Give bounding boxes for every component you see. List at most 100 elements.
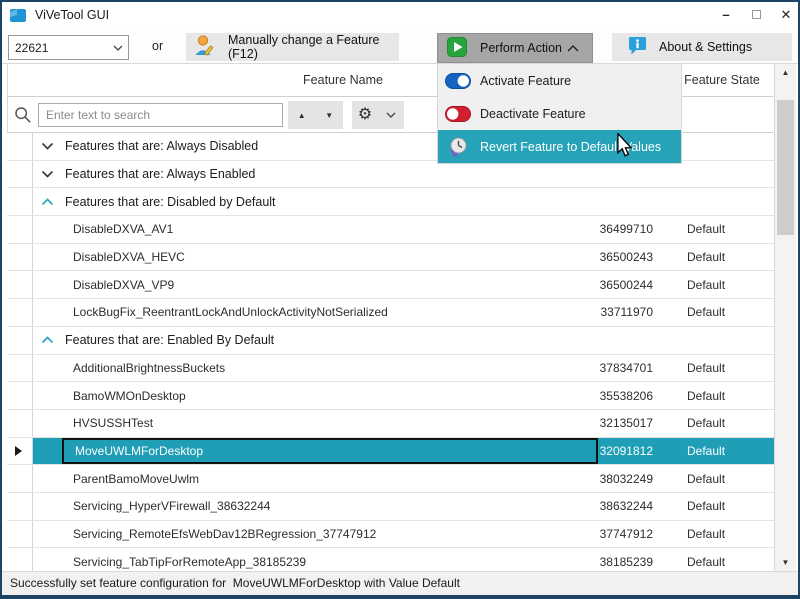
scroll-down-button[interactable]: ▼	[775, 554, 796, 571]
row-indent	[33, 521, 62, 548]
group-content: Features that are: Disabled by Default	[33, 188, 276, 215]
row-indent	[33, 299, 62, 326]
table-row[interactable]: DisableDXVA_VP936500244Default	[7, 271, 775, 299]
table-row[interactable]: Servicing_RemoteEfsWebDav12BRegression_3…	[7, 521, 775, 549]
gear-icon: ⚙	[352, 101, 378, 129]
feature-name-cell[interactable]: Servicing_RemoteEfsWebDav12BRegression_3…	[62, 521, 598, 548]
group-row[interactable]: Features that are: Always Enabled	[7, 161, 775, 189]
row-indent	[33, 548, 62, 571]
column-header-feature-state[interactable]: Feature State	[668, 64, 775, 97]
close-button[interactable]: ✕	[774, 4, 798, 26]
feature-name-cell[interactable]: DisableDXVA_VP9	[62, 271, 598, 298]
grid-rows: Features that are: Always DisabledFeatur…	[7, 133, 775, 571]
feature-name-cell[interactable]: Servicing_TabTipForRemoteApp_38185239	[62, 548, 598, 571]
toolbar: or Manually change a Feature (F12) Perfo…	[2, 30, 798, 63]
group-row[interactable]: Features that are: Enabled By Default	[7, 327, 775, 355]
feature-name-cell[interactable]: DisableDXVA_AV1	[62, 216, 598, 243]
row-indicator-cell	[7, 271, 33, 298]
or-label: or	[152, 39, 163, 53]
group-content: Features that are: Always Enabled	[33, 161, 255, 188]
row-indent	[33, 465, 62, 492]
table-row[interactable]: AdditionalBrightnessBuckets37834701Defau…	[7, 355, 775, 383]
about-settings-button[interactable]: About & Settings	[612, 33, 792, 61]
perform-action-menu: Activate Feature Deactivate Feature Revert…	[437, 63, 682, 164]
feature-name-cell[interactable]: LockBugFix_ReentrantLockAndUnlockActivit…	[62, 299, 598, 326]
build-combobox-input[interactable]	[9, 36, 107, 59]
table-row[interactable]: DisableDXVA_HEVC36500243Default	[7, 244, 775, 272]
feature-name-cell[interactable]: MoveUWLMForDesktop	[62, 438, 598, 465]
group-row[interactable]: Features that are: Disabled by Default	[7, 188, 775, 216]
row-indicator-cell	[7, 244, 33, 271]
row-indicator-cell	[7, 438, 33, 465]
group-content: Features that are: Enabled By Default	[33, 327, 274, 354]
minimize-button[interactable]: –	[714, 4, 738, 26]
sort-ascending-icon: ▲	[298, 111, 306, 120]
chevron-up-icon	[567, 41, 579, 55]
table-row[interactable]: DisableDXVA_AV136499710Default	[7, 216, 775, 244]
chevron-down-icon[interactable]	[107, 36, 128, 59]
maximize-button[interactable]	[744, 4, 768, 26]
vertical-scrollbar[interactable]: ▲ ▼	[774, 64, 796, 571]
scroll-up-button[interactable]: ▲	[775, 64, 796, 81]
row-indent	[33, 244, 62, 271]
grid-settings-button[interactable]: ⚙	[352, 101, 404, 129]
play-icon	[447, 37, 467, 60]
chevron-down-icon[interactable]	[41, 142, 56, 150]
search-input[interactable]	[38, 103, 283, 127]
menu-item-label: Revert Feature to Default Values	[480, 140, 661, 154]
manually-change-feature-label: Manually change a Feature (F12)	[228, 33, 399, 61]
mouse-cursor	[616, 133, 633, 163]
about-settings-label: About & Settings	[659, 40, 752, 54]
row-indent	[33, 410, 62, 437]
table-row[interactable]: Servicing_TabTipForRemoteApp_38185239381…	[7, 548, 775, 571]
table-row[interactable]: ParentBamoMoveUwlm38032249Default	[7, 465, 775, 493]
feature-state-cell: Default	[668, 299, 775, 326]
scrollbar-thumb[interactable]	[777, 100, 794, 235]
feature-state-cell: Default	[668, 465, 775, 492]
minimize-icon: –	[722, 7, 729, 22]
menu-item-label: Deactivate Feature	[480, 107, 586, 121]
row-indent	[33, 355, 62, 382]
manually-change-feature-button[interactable]: Manually change a Feature (F12)	[186, 33, 399, 61]
perform-action-button[interactable]: Perform Action	[437, 33, 593, 63]
table-row[interactable]: MoveUWLMForDesktop32091812Default	[7, 438, 775, 466]
app-window: ViVeTool GUI – ✕ or Manually change a Fe…	[0, 0, 800, 599]
menu-item-revert-feature-to-default-values[interactable]: Revert Feature to Default Values	[438, 130, 681, 163]
feature-id-cell: 32135017	[598, 410, 668, 437]
row-indicator-cell	[7, 299, 33, 326]
status-bar: Successfully set feature configuration f…	[2, 571, 798, 595]
feature-name-cell[interactable]: HVSUSSHTest	[62, 410, 598, 437]
row-indicator-cell	[7, 382, 33, 409]
row-indent	[33, 438, 62, 465]
feature-id-cell: 36499710	[598, 216, 668, 243]
chevron-down-icon[interactable]	[41, 170, 56, 178]
feature-state-cell: Default	[668, 355, 775, 382]
table-row[interactable]: Servicing_HyperVFirewall_386322443863224…	[7, 493, 775, 521]
feature-id-cell: 33711970	[598, 299, 668, 326]
menu-item-activate-feature[interactable]: Activate Feature	[438, 64, 681, 97]
chevron-up-icon[interactable]	[41, 336, 56, 344]
feature-name-cell[interactable]: ParentBamoMoveUwlm	[62, 465, 598, 492]
chevron-up-icon[interactable]	[41, 198, 56, 206]
build-combobox[interactable]	[8, 35, 129, 60]
app-icon	[10, 8, 27, 23]
feature-state-cell: Default	[668, 244, 775, 271]
feature-name-cell[interactable]: BamoWMOnDesktop	[62, 382, 598, 409]
sort-descending-button[interactable]: ▼	[316, 111, 344, 120]
table-row[interactable]: HVSUSSHTest32135017Default	[7, 410, 775, 438]
user-edit-icon	[194, 34, 215, 60]
table-row[interactable]: LockBugFix_ReentrantLockAndUnlockActivit…	[7, 299, 775, 327]
table-row[interactable]: BamoWMOnDesktop35538206Default	[7, 382, 775, 410]
feature-id-cell: 36500244	[598, 271, 668, 298]
sort-ascending-button[interactable]: ▲	[288, 111, 316, 120]
row-indicator-cell	[7, 548, 33, 571]
group-content: Features that are: Always Disabled	[33, 133, 258, 160]
maximize-icon	[752, 10, 761, 19]
feature-name-cell[interactable]: AdditionalBrightnessBuckets	[62, 355, 598, 382]
feature-name-cell[interactable]: DisableDXVA_HEVC	[62, 244, 598, 271]
row-indicator-cell	[7, 133, 33, 160]
feature-name-cell[interactable]: Servicing_HyperVFirewall_38632244	[62, 493, 598, 520]
row-indicator-cell	[7, 327, 33, 354]
menu-item-deactivate-feature[interactable]: Deactivate Feature	[438, 97, 681, 130]
feature-state-cell: Default	[668, 548, 775, 571]
